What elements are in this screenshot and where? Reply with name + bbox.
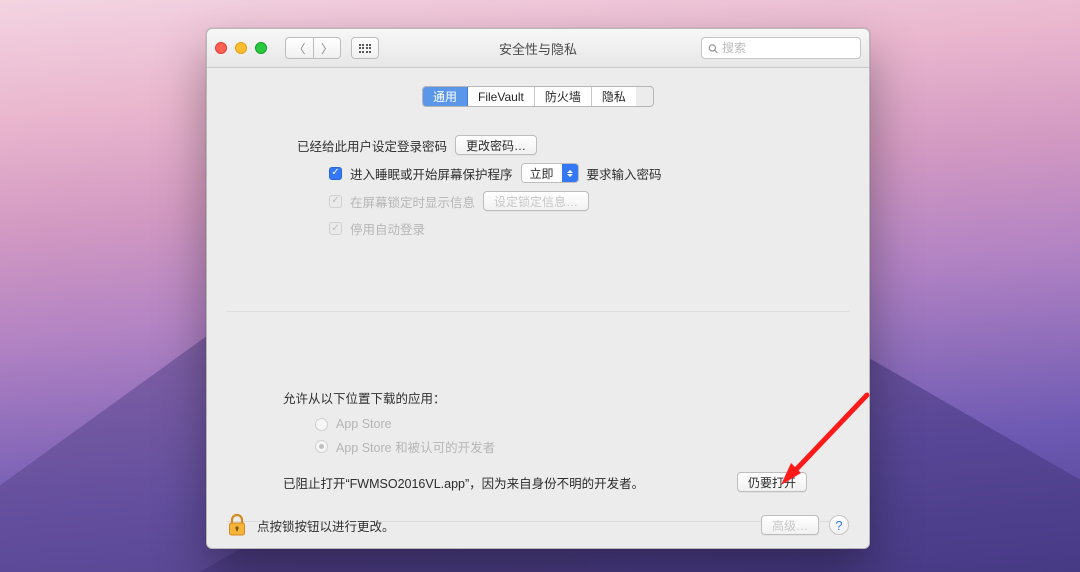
tab-filevault[interactable]: FileVault — [468, 87, 535, 106]
advanced-button[interactable]: 高级… — [761, 515, 819, 535]
show-all-button[interactable] — [351, 37, 379, 59]
allow-title: 允许从以下位置下载的应用： — [283, 388, 807, 407]
select-value: 立即 — [522, 164, 562, 182]
allow-identified-radio — [315, 440, 328, 453]
disable-autologin-label: 停用自动登录 — [350, 219, 425, 238]
chevron-left-icon: 〈 — [293, 40, 305, 57]
nav-back-forward: 〈 〉 — [285, 37, 341, 59]
minimize-icon[interactable] — [235, 42, 247, 54]
footer: 点按锁按钮以进行更改。 高级… ? — [227, 510, 849, 540]
chevron-right-icon: 〉 — [321, 40, 333, 57]
allow-appstore-radio — [315, 418, 328, 431]
zoom-icon[interactable] — [255, 42, 267, 54]
tab-firewall[interactable]: 防火墙 — [535, 87, 592, 106]
grid-icon — [359, 44, 372, 53]
lock-message-checkbox — [329, 195, 342, 208]
set-lock-message-button: 设定锁定信息… — [483, 191, 589, 211]
lock-icon — [227, 513, 247, 537]
tab-bar: 通用 FileVault 防火墙 隐私 — [422, 86, 654, 107]
back-button[interactable]: 〈 — [285, 37, 313, 59]
titlebar: 〈 〉 安全性与隐私 — [207, 29, 869, 68]
tab-privacy[interactable]: 隐私 — [592, 87, 636, 106]
change-password-button[interactable]: 更改密码… — [455, 135, 537, 155]
blocked-app-text: 已阻止打开“FWMSO2016VL.app”，因为来自身份不明的开发者。 — [283, 473, 644, 492]
require-password-label: 进入睡眠或开始屏幕保护程序 — [350, 164, 513, 183]
tab-general[interactable]: 通用 — [423, 87, 468, 106]
search-icon — [708, 43, 718, 54]
help-button[interactable]: ? — [829, 515, 849, 535]
chevrons-icon — [562, 164, 578, 182]
lock-button[interactable] — [227, 513, 247, 537]
lock-message-label: 在屏幕锁定时显示信息 — [350, 192, 475, 211]
divider — [227, 311, 849, 312]
system-preferences-window: 〈 〉 安全性与隐私 通用 FileVault 防火墙 隐私 — [206, 28, 870, 549]
allow-appstore-label: App Store — [336, 417, 392, 431]
close-icon[interactable] — [215, 42, 227, 54]
general-section: 已经给此用户设定登录密码 更改密码… 进入睡眠或开始屏幕保护程序 立即 要求输入… — [227, 135, 849, 238]
require-password-after-label: 要求输入密码 — [587, 164, 662, 183]
open-anyway-button[interactable]: 仍要打开 — [737, 472, 807, 492]
lock-hint: 点按锁按钮以进行更改。 — [257, 516, 395, 535]
password-set-label: 已经给此用户设定登录密码 — [297, 136, 447, 155]
disable-autologin-checkbox — [329, 222, 342, 235]
forward-button[interactable]: 〉 — [313, 37, 341, 59]
search-field[interactable] — [701, 37, 861, 59]
require-password-delay-select[interactable]: 立即 — [521, 163, 579, 183]
allow-identified-label: App Store 和被认可的开发者 — [336, 437, 495, 456]
require-password-checkbox[interactable] — [329, 167, 342, 180]
traffic-lights — [215, 42, 267, 54]
search-input[interactable] — [722, 41, 854, 55]
